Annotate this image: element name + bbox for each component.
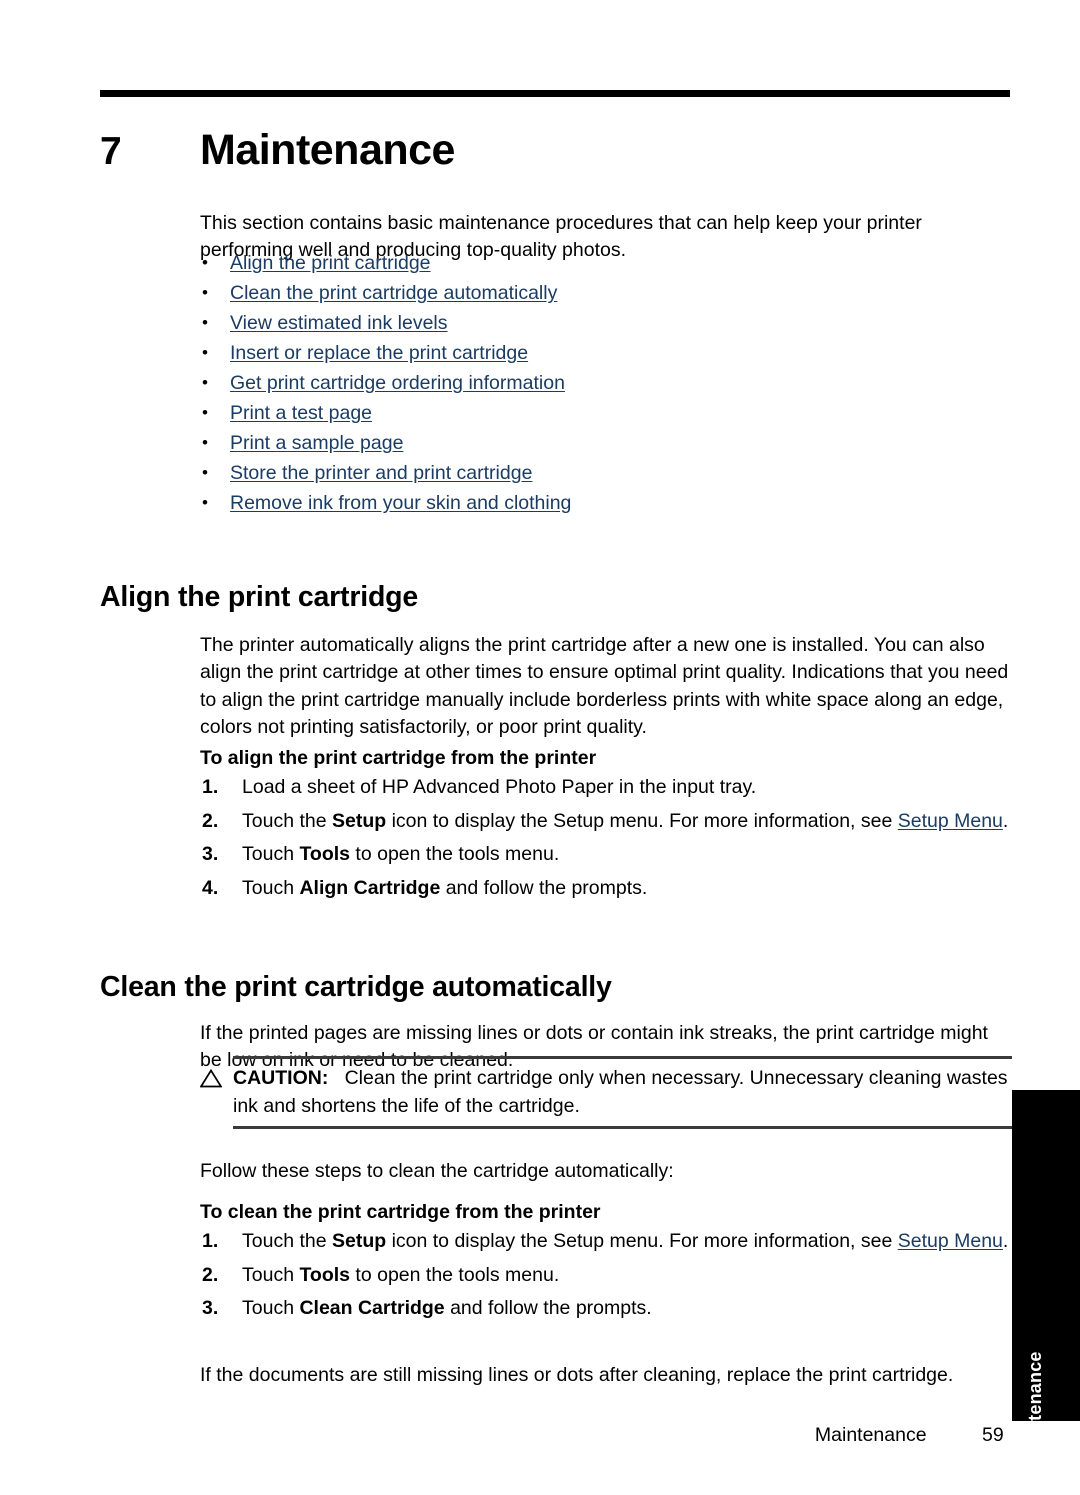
- bullet-icon: •: [202, 493, 208, 512]
- contents-link-8[interactable]: Remove ink from your skin and clothing: [230, 492, 571, 514]
- chapter-thumb-tab: Maintenance: [1012, 1090, 1080, 1463]
- list-item: • Store the printer and print cartridge: [200, 458, 1010, 488]
- bullet-icon: •: [202, 343, 208, 362]
- section-heading-clean: Clean the print cartridge automatically: [100, 970, 612, 1003]
- list-item: • Remove ink from your skin and clothing: [200, 488, 1010, 518]
- bullet-icon: •: [202, 463, 208, 482]
- step-text: Load a sheet of HP Advanced Photo Paper …: [242, 776, 757, 798]
- list-item: • Clean the print cartridge automatically: [200, 278, 1010, 308]
- bullet-icon: •: [202, 373, 208, 392]
- ui-control-name: Clean Cartridge: [299, 1297, 445, 1319]
- bullet-icon: •: [202, 313, 208, 332]
- cross-reference-link[interactable]: Setup Menu: [898, 1230, 1003, 1252]
- contents-link-2[interactable]: View estimated ink levels: [230, 312, 448, 334]
- footer-page-number: 59: [982, 1424, 1004, 1446]
- procedure-steps-align: 1. Load a sheet of HP Advanced Photo Pape…: [200, 774, 1012, 902]
- procedure-align: To align the print cartridge from the pr…: [200, 744, 1012, 902]
- list-item: • Insert or replace the print cartridge: [200, 338, 1010, 368]
- contents-link-6[interactable]: Print a sample page: [230, 432, 403, 454]
- cross-reference-link[interactable]: Setup Menu: [898, 810, 1003, 832]
- caution-bottom-rule: [233, 1126, 1012, 1129]
- list-item: • Print a sample page: [200, 428, 1010, 458]
- step-text: Touch: [242, 1263, 300, 1286]
- procedure-step: 1. Touch the Setup icon to display the Se…: [200, 1228, 1012, 1256]
- list-item: • Print a test page: [200, 398, 1010, 428]
- procedure-step: 4. Touch Align Cartridge and follow the p…: [200, 875, 1012, 903]
- procedure-title-clean: To clean the print cartridge from the pr…: [200, 1201, 601, 1223]
- list-item: • Align the print cartridge: [200, 248, 1010, 278]
- step-text: Touch: [242, 876, 300, 899]
- procedure-step: 3. Touch Clean Cartridge and follow the p…: [200, 1295, 1012, 1323]
- caution-label: CAUTION:: [233, 1067, 340, 1089]
- ui-control-name: Setup: [331, 809, 387, 832]
- step-number: 3.: [202, 1297, 219, 1319]
- step-number: 3.: [202, 843, 219, 865]
- page-footer: Maintenance 59: [100, 1424, 1012, 1447]
- step-text: Touch: [242, 843, 300, 865]
- step-text: Touch the: [242, 809, 332, 832]
- contents-link-4[interactable]: Get print cartridge ordering information: [230, 372, 565, 394]
- procedure-steps-clean: 1. Touch the Setup icon to display the Se…: [200, 1228, 1012, 1323]
- step-text: and follow the prompts.: [444, 1297, 652, 1319]
- bullet-icon: •: [202, 433, 208, 452]
- step-number: 4.: [202, 876, 219, 899]
- step-text: Touch: [242, 1297, 300, 1319]
- ui-control-name: Tools: [299, 843, 351, 865]
- step-number: 1.: [202, 1230, 219, 1252]
- after-cleaning-paragraph: If the documents are still missing lines…: [200, 1363, 954, 1386]
- bullet-icon: •: [202, 253, 208, 272]
- step-number: 2.: [202, 809, 219, 832]
- caution-body: CAUTION: Clean the print cartridge only …: [199, 1059, 1012, 1126]
- chapter-contents-list: • Align the print cartridge • Clean the pri…: [200, 248, 1010, 518]
- step-text: icon to display the Setup menu. For more…: [386, 1230, 898, 1252]
- bullet-icon: •: [202, 283, 208, 302]
- procedure-clean: To clean the print cartridge from the pr…: [200, 1198, 1012, 1323]
- step-text: Touch the: [242, 1230, 332, 1252]
- contents-link-1[interactable]: Clean the print cartridge automatically: [230, 282, 557, 304]
- chapter-rule: [100, 90, 1010, 97]
- procedure-step: 2. Touch the Setup icon to display the Se…: [200, 808, 1012, 836]
- step-number: 1.: [202, 776, 219, 798]
- procedure-step: 1. Load a sheet of HP Advanced Photo Pape…: [200, 774, 1012, 802]
- chapter-header: 7 Maintenance: [100, 100, 1020, 201]
- procedure-title-align: To align the print cartridge from the pr…: [200, 747, 597, 769]
- step-text: and follow the prompts.: [440, 876, 648, 899]
- section-paragraph-align: The printer automatically aligns the pri…: [200, 633, 1009, 739]
- contents-link-5[interactable]: Print a test page: [230, 402, 372, 424]
- follow-steps-paragraph: Follow these steps to clean the cartridg…: [200, 1159, 674, 1182]
- step-text: to open the tools menu.: [350, 843, 560, 865]
- step-text: icon to display the Setup menu. For more…: [386, 809, 898, 832]
- step-text: to open the tools menu.: [350, 1263, 560, 1286]
- warning-triangle-icon: [199, 1068, 223, 1088]
- contents-link-0[interactable]: Align the print cartridge: [230, 252, 431, 274]
- caution-admonition: CAUTION: Clean the print cartridge only …: [199, 1056, 1012, 1129]
- procedure-step: 2. Touch Tools to open the tools menu.: [200, 1262, 1012, 1290]
- bullet-icon: •: [202, 403, 208, 422]
- footer-section-name: Maintenance: [814, 1424, 927, 1446]
- ui-control-name: Tools: [299, 1263, 351, 1286]
- ui-control-name: Setup: [331, 1230, 387, 1252]
- ui-control-name: Align Cartridge: [299, 876, 441, 899]
- page-title: Maintenance: [200, 125, 455, 174]
- step-text: .: [1002, 809, 1009, 832]
- list-item: • View estimated ink levels: [200, 308, 1010, 338]
- procedure-step: 3. Touch Tools to open the tools menu.: [200, 841, 1012, 869]
- list-item: • Get print cartridge ordering informatio…: [200, 368, 1010, 398]
- section-heading-align: Align the print cartridge: [100, 580, 419, 613]
- caution-text: Clean the print cartridge only when nece…: [233, 1067, 1008, 1117]
- contents-link-3[interactable]: Insert or replace the print cartridge: [230, 342, 528, 364]
- chapter-thumb-tab-label: Maintenance: [1025, 1351, 1045, 1463]
- chapter-number: 7: [100, 129, 122, 173]
- document-page: 7 Maintenance This section contains basi…: [0, 0, 1080, 1495]
- contents-link-7[interactable]: Store the printer and print cartridge: [230, 462, 532, 484]
- step-number: 2.: [202, 1263, 219, 1286]
- step-text: .: [1002, 1230, 1009, 1252]
